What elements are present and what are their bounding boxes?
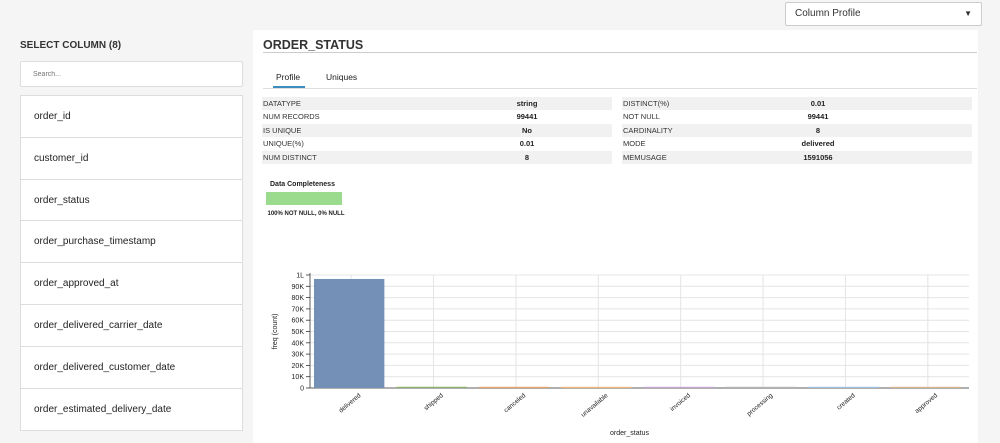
y-tick-label: 70K bbox=[292, 306, 305, 313]
y-tick-label: 90K bbox=[292, 284, 305, 291]
column-item-order-delivered-carrier-date[interactable]: order_delivered_carrier_date bbox=[21, 305, 242, 347]
stat-name: NOT NULL bbox=[623, 112, 660, 122]
stat-name: NUM RECORDS bbox=[263, 112, 320, 122]
column-list: order_id customer_id order_status order_pur… bbox=[20, 95, 243, 432]
chevron-down-icon: ▼ bbox=[964, 9, 972, 18]
stat-row: DATATYPE string bbox=[262, 97, 612, 111]
y-axis-label: freq (count) bbox=[272, 314, 279, 350]
column-item-order-purchase-timestamp[interactable]: order_purchase_timestamp bbox=[21, 221, 242, 264]
bar-delivered bbox=[314, 278, 385, 388]
column-selector-panel: SELECT COLUMN (8) order_idcustomer_idord… bbox=[20, 38, 243, 443]
x-tick-label: created bbox=[836, 392, 857, 412]
bar-canceled bbox=[478, 386, 550, 388]
y-tick-label: 80K bbox=[292, 295, 305, 302]
stat-name: DATATYPE bbox=[263, 99, 301, 108]
select-column-heading: SELECT COLUMN (8) bbox=[20, 40, 122, 51]
x-tick-label: approved bbox=[914, 392, 940, 415]
x-tick-label: processing bbox=[746, 392, 775, 418]
y-tick-label: 0 bbox=[300, 386, 304, 393]
stat-name: UNIQUE(%) bbox=[263, 139, 304, 149]
stat-value: 99441 bbox=[807, 112, 829, 122]
tab-uniques[interactable]: Uniques bbox=[326, 72, 357, 82]
column-profile-panel: ORDER_STATUS Profile Uniques DATATYPE str… bbox=[253, 30, 978, 443]
x-tick-label: invoiced bbox=[669, 392, 692, 413]
stat-row: IS UNIQUE No bbox=[262, 123, 612, 138]
stat-name: NUM DISTINCT bbox=[263, 152, 317, 162]
column-item-customer-id[interactable]: customer_id bbox=[21, 138, 242, 180]
x-tick-label: unavailable bbox=[580, 392, 610, 419]
completeness-title: Data Completeness bbox=[270, 181, 335, 188]
stat-value: 0.01 bbox=[810, 99, 826, 108]
stat-value: delivered bbox=[801, 139, 835, 149]
y-tick-label: 40K bbox=[292, 340, 305, 347]
completeness-label: 100% NOT NULL, 0% NULL bbox=[267, 211, 345, 217]
page-title: ORDER_STATUS bbox=[263, 38, 364, 52]
stat-row: NUM DISTINCT 8 bbox=[262, 150, 612, 164]
stat-row: UNIQUE(%) 0.01 bbox=[262, 137, 612, 150]
bar-shipped bbox=[396, 386, 467, 388]
tab-profile[interactable]: Profile bbox=[276, 72, 300, 82]
stat-row: CARDINALITY 8 bbox=[622, 123, 972, 138]
stat-row: MODE delivered bbox=[622, 137, 972, 150]
stat-row: NUM RECORDS 99441 bbox=[262, 110, 612, 123]
column-item-order-approved-at[interactable]: order_approved_at bbox=[21, 263, 242, 305]
stat-row: DISTINCT(%) 0.01 bbox=[622, 97, 972, 111]
bar-invoiced bbox=[643, 386, 714, 388]
stat-row: NOT NULL 99441 bbox=[622, 110, 972, 123]
view-select-value: Column Profile bbox=[795, 8, 861, 19]
bar-created bbox=[808, 386, 879, 388]
title-divider bbox=[263, 52, 977, 53]
y-tick-label: 30K bbox=[292, 352, 305, 359]
y-tick-label: 50K bbox=[292, 329, 305, 336]
stats-table-left: DATATYPE string NUM RECORDS 99441 IS UNIQUE N… bbox=[262, 97, 612, 164]
stat-value: 1591056 bbox=[803, 152, 833, 162]
frequency-chart: 0 10K 20K 30K 40K 50K 60K 70K 80K 90K 1L delivered s… bbox=[265, 268, 977, 443]
stat-name: MODE bbox=[623, 139, 646, 149]
y-tick-label: 1L bbox=[296, 273, 304, 280]
bar-unavailable bbox=[561, 386, 632, 388]
bar-processing bbox=[725, 386, 797, 388]
stats-table-right: DISTINCT(%) 0.01 NOT NULL 99441 CARDINALITY 8… bbox=[622, 97, 972, 164]
x-axis-label: order_status bbox=[610, 430, 649, 437]
y-tick-label: 20K bbox=[292, 363, 305, 370]
x-tick-label: shipped bbox=[423, 392, 445, 412]
x-tick-label: canceled bbox=[503, 392, 528, 414]
y-tick-label: 60K bbox=[292, 318, 305, 325]
column-item-order-estimated-delivery-date[interactable]: order_estimated_delivery_date bbox=[21, 389, 242, 431]
stat-value: 8 bbox=[815, 125, 821, 135]
stat-row: MEMUSAGE 1591056 bbox=[622, 150, 972, 164]
view-select-dropdown[interactable]: Column Profile ▼ bbox=[785, 2, 982, 26]
y-tick-label: 10K bbox=[292, 374, 305, 381]
x-tick-label: delivered bbox=[338, 392, 363, 415]
completeness-bar bbox=[266, 192, 342, 205]
column-search-input[interactable] bbox=[20, 61, 243, 87]
stat-name: IS UNIQUE bbox=[263, 125, 302, 135]
bar-approved bbox=[890, 386, 961, 388]
column-item-order-status[interactable]: order_status bbox=[21, 180, 242, 222]
column-item-order-delivered-customer-date[interactable]: order_delivered_customer_date bbox=[21, 347, 242, 389]
column-item-order-id[interactable]: order_id bbox=[21, 96, 242, 138]
frequency-chart-svg: 0 10K 20K 30K 40K 50K 60K 70K 80K 90K 1L delivered s… bbox=[272, 273, 969, 437]
tab-divider bbox=[263, 88, 977, 89]
top-bar: Column Profile ▼ bbox=[0, 0, 1000, 30]
